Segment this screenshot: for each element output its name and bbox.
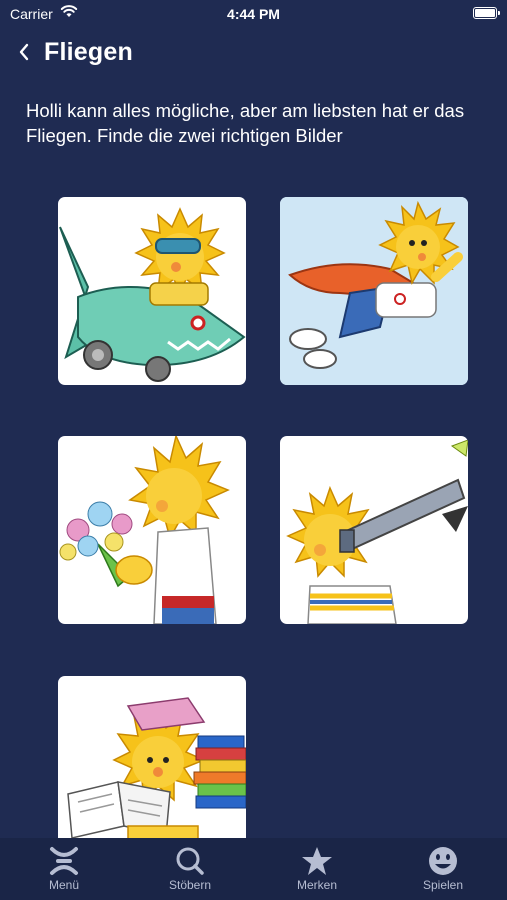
clock: 4:44 PM: [227, 6, 280, 22]
tab-menu-label: Menü: [48, 878, 80, 892]
tab-browse[interactable]: Stöbern: [140, 846, 240, 892]
menu-icon: [50, 847, 78, 875]
answer-tile-3[interactable]: [58, 436, 246, 624]
smiley-icon: [429, 847, 457, 875]
answer-tile-2[interactable]: [280, 197, 468, 385]
tab-bookmarks[interactable]: Merken: [267, 846, 367, 892]
holli-telescope-image: [286, 439, 468, 624]
answer-tile-1[interactable]: [58, 197, 246, 385]
back-chevron-icon[interactable]: [14, 40, 36, 64]
answer-tile-4[interactable]: [280, 436, 468, 624]
tab-bookmarks-label: Merken: [296, 878, 337, 892]
holli-superhero-flying-image: [280, 197, 468, 385]
tab-play-label: Spielen: [422, 878, 464, 892]
instruction-text: Holli kann alles mögliche, aber am liebs…: [26, 100, 465, 146]
tab-bar: Menü Stöbern Merken Spielen: [0, 838, 507, 900]
tab-menu[interactable]: Menü: [14, 846, 114, 892]
status-bar: Carrier 4:44 PM: [0, 0, 507, 28]
search-icon: [176, 847, 204, 875]
holli-flowers-image: [59, 436, 230, 624]
answer-tile-5[interactable]: [58, 676, 246, 864]
tab-play[interactable]: Spielen: [393, 846, 493, 892]
navigation-bar: Fliegen: [0, 30, 507, 74]
page-title: Fliegen: [44, 38, 133, 66]
holli-books-image: [67, 697, 246, 864]
star-icon: [302, 847, 332, 875]
holli-shark-plane-image: [59, 207, 246, 382]
battery-icon: [473, 7, 500, 19]
tab-browse-label: Stöbern: [168, 878, 212, 892]
